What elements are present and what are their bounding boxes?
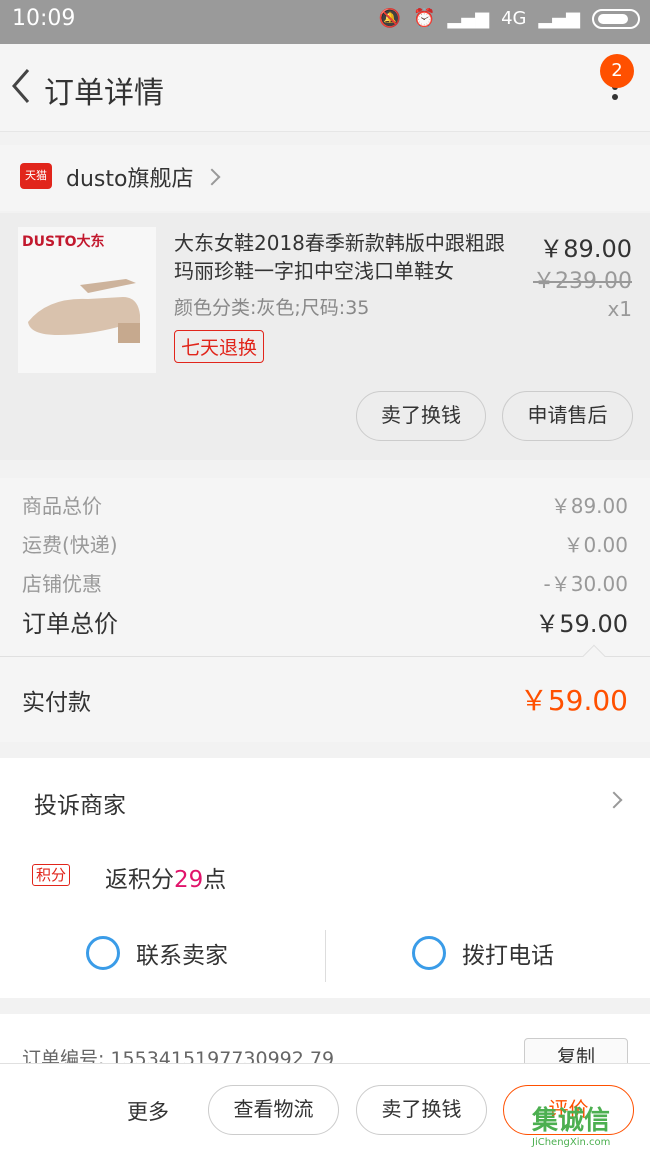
network-type: 4G xyxy=(501,8,527,29)
paid-label: 实付款 xyxy=(22,690,91,716)
product-title[interactable]: 大东女鞋2018春季新款韩版中跟粗跟玛丽珍鞋一字扣中空浅口单鞋女 xyxy=(174,229,514,285)
summary-row: 店铺优惠 -￥30.00 xyxy=(22,572,628,596)
item-quantity: x1 xyxy=(607,297,632,321)
order-total-row: 订单总价 ￥59.00 xyxy=(22,610,628,638)
shop-name: dusto旗舰店 xyxy=(66,167,194,192)
signal-icon: ▂▄▆ xyxy=(447,8,490,29)
alarm-icon: ⏰ xyxy=(413,8,436,29)
phone-icon xyxy=(412,936,446,970)
points-reward: 返积分29点 xyxy=(105,867,227,893)
shoe-image xyxy=(28,279,140,343)
nav-bar: 订单详情 2 xyxy=(0,44,650,132)
chat-icon xyxy=(86,936,120,970)
contact-seller-button[interactable]: 联系卖家 xyxy=(86,936,228,970)
complain-seller-link[interactable]: 投诉商家 xyxy=(34,786,126,820)
watermark: 集诚信 JiChengXin.com xyxy=(532,1106,611,1148)
resell-button[interactable]: 卖了换钱 xyxy=(356,391,486,441)
actions-panel: 投诉商家 积分 返积分29点 联系卖家 拨打电话 xyxy=(0,758,650,998)
summary-row: 商品总价 ￥89.00 xyxy=(22,494,628,518)
product-sku: 颜色分类:灰色;尺码:35 xyxy=(174,297,370,319)
product-thumbnail[interactable]: DUSTO大东 xyxy=(18,227,156,373)
shop-row[interactable]: 天猫 dusto旗舰店 xyxy=(0,145,650,211)
back-icon[interactable] xyxy=(8,64,38,108)
view-logistics-button[interactable]: 查看物流 xyxy=(208,1085,339,1135)
paid-amount-row: 实付款 ￥59.00 xyxy=(0,644,650,742)
mute-icon: 🔕 xyxy=(378,8,402,29)
order-item[interactable]: DUSTO大东 大东女鞋2018春季新款韩版中跟粗跟玛丽珍鞋一字扣中空浅口单鞋女… xyxy=(0,213,650,460)
points-tag: 积分 xyxy=(32,864,71,886)
summary-row: 运费(快递) ￥0.00 xyxy=(22,533,628,557)
item-original-price: ￥239.00 xyxy=(533,269,632,294)
call-phone-button[interactable]: 拨打电话 xyxy=(412,936,554,970)
notification-badge: 2 xyxy=(600,54,634,88)
return-policy-tag: 七天退换 xyxy=(174,330,265,363)
price-summary: 商品总价 ￥89.00 运费(快递) ￥0.00 店铺优惠 -￥30.00 订单… xyxy=(0,478,650,656)
battery-icon xyxy=(592,8,640,29)
page-title: 订单详情 xyxy=(44,76,164,111)
signal-icon-2: ▂▄▆ xyxy=(538,8,580,29)
status-time: 10:09 xyxy=(12,6,76,31)
status-bar: 10:09 🔕 ⏰ ▂▄▆ 4G ▂▄▆ xyxy=(0,0,650,44)
paid-amount: ￥59.00 xyxy=(519,684,628,717)
item-price: ￥89.00 xyxy=(539,235,632,263)
after-sales-button[interactable]: 申请售后 xyxy=(502,391,633,441)
tmall-icon: 天猫 xyxy=(20,163,52,189)
resell-button-bottom[interactable]: 卖了换钱 xyxy=(356,1085,487,1135)
chevron-right-icon xyxy=(605,791,623,809)
more-button[interactable]: 更多 xyxy=(127,1096,169,1126)
chevron-right-icon xyxy=(203,168,221,186)
